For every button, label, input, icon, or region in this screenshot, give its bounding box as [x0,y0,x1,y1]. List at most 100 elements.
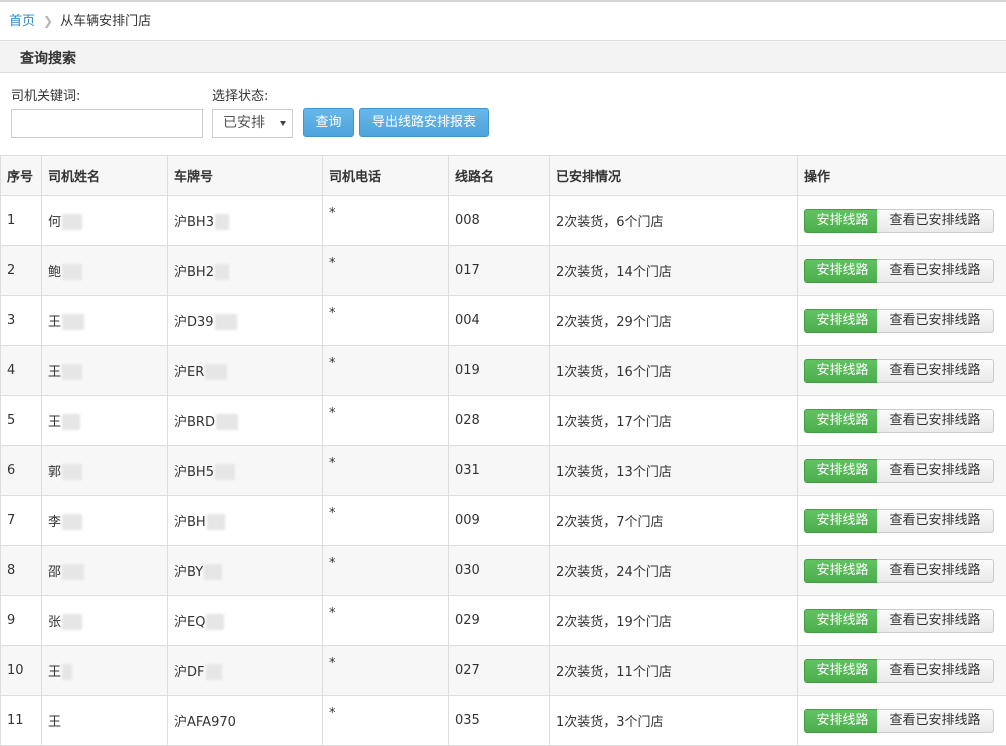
col-header-no: 序号 [1,156,42,196]
cell-plate: 沪BH3 [168,196,323,246]
assign-route-button[interactable]: 安排线路 [804,459,881,483]
cell-no: 3 [1,296,42,346]
redaction-blur [215,464,235,480]
cell-plate: 沪BRD [168,396,323,446]
table-row: 4王沪ER*0191次装货，16个门店安排线路查看已安排线路 [1,346,1006,396]
cell-phone: * [323,296,449,346]
view-arranged-routes-button[interactable]: 查看已安排线路 [877,559,994,583]
search-panel-header: 查询搜索 [0,40,1006,73]
cell-phone: * [323,446,449,496]
table-row: 3王 沪D39 *0042次装货，29个门店安排线路查看已安排线路 [1,296,1006,346]
cell-driver-name: 李 [42,496,168,546]
view-arranged-routes-button[interactable]: 查看已安排线路 [877,509,994,533]
cell-driver-name: 鲍 [42,246,168,296]
cell-actions: 安排线路查看已安排线路 [798,496,1006,546]
driver-table: 序号 司机姓名 车牌号 司机电话 线路名 已安排情况 操作 1何沪BH3*008… [0,155,1006,746]
view-arranged-routes-button[interactable]: 查看已安排线路 [877,209,994,233]
cell-arranged: 1次装货，3个门店 [550,696,798,746]
cell-actions: 安排线路查看已安排线路 [798,246,1006,296]
cell-route: 029 [449,596,550,646]
plate-text: 沪D39 [174,315,214,330]
status-select[interactable]: 已安排 [212,109,293,138]
status-label: 选择状态: [212,85,268,104]
cell-arranged: 1次装货，16个门店 [550,346,798,396]
redaction-blur [205,364,227,380]
cell-no: 5 [1,396,42,446]
table-row: 10王沪DF*0272次装货，11个门店安排线路查看已安排线路 [1,646,1006,696]
cell-phone: * [323,546,449,596]
top-border [0,0,1006,2]
cell-arranged: 1次装货，13个门店 [550,446,798,496]
assign-route-button[interactable]: 安排线路 [804,209,881,233]
cell-actions: 安排线路查看已安排线路 [798,396,1006,446]
assign-route-button[interactable]: 安排线路 [804,509,881,533]
redaction-blur [215,214,229,230]
assign-route-button[interactable]: 安排线路 [804,259,881,283]
cell-no: 8 [1,546,42,596]
assign-route-button[interactable]: 安排线路 [804,559,881,583]
cell-route: 009 [449,496,550,546]
plate-text: 沪BH5 [174,465,214,480]
status-select-value: 已安排 [223,115,265,131]
cell-no: 10 [1,646,42,696]
driver-name-text: 张 [48,615,61,630]
driver-name-text: 王 [48,315,61,330]
view-arranged-routes-button[interactable]: 查看已安排线路 [877,409,994,433]
cell-plate: 沪D39 [168,296,323,346]
export-report-button[interactable]: 导出线路安排报表 [359,108,489,137]
view-arranged-routes-button[interactable]: 查看已安排线路 [877,359,994,383]
redaction-blur [62,614,82,630]
driver-name-text: 王 [48,715,61,730]
cell-route: 004 [449,296,550,346]
query-button[interactable]: 查询 [303,108,354,137]
driver-name-text: 何 [48,215,61,230]
cell-phone: * [323,196,449,246]
plate-text: 沪BH2 [174,265,214,280]
cell-arranged: 2次装货，19个门店 [550,596,798,646]
cell-arranged: 1次装货，17个门店 [550,396,798,446]
cell-arranged: 2次装货，24个门店 [550,546,798,596]
driver-name-text: 邵 [48,565,61,580]
cell-plate: 沪BH5 [168,446,323,496]
table-row: 1何沪BH3*0082次装货，6个门店安排线路查看已安排线路 [1,196,1006,246]
cell-phone: * [323,346,449,396]
view-arranged-routes-button[interactable]: 查看已安排线路 [877,609,994,633]
assign-route-button[interactable]: 安排线路 [804,709,881,733]
cell-arranged: 2次装货，29个门店 [550,296,798,346]
assign-route-button[interactable]: 安排线路 [804,609,881,633]
cell-driver-name: 王 [42,646,168,696]
driver-name-text: 王 [48,365,61,380]
cell-actions: 安排线路查看已安排线路 [798,346,1006,396]
view-arranged-routes-button[interactable]: 查看已安排线路 [877,459,994,483]
col-header-plate: 车牌号 [168,156,323,196]
cell-plate: 沪AFA970 [168,696,323,746]
table-row: 11王沪AFA970*0351次装货，3个门店安排线路查看已安排线路 [1,696,1006,746]
cell-arranged: 2次装货，7个门店 [550,496,798,546]
cell-phone: * [323,596,449,646]
view-arranged-routes-button[interactable]: 查看已安排线路 [877,259,994,283]
table-row: 5王沪BRD*0281次装货，17个门店安排线路查看已安排线路 [1,396,1006,446]
cell-no: 7 [1,496,42,546]
assign-route-button[interactable]: 安排线路 [804,309,881,333]
assign-route-button[interactable]: 安排线路 [804,359,881,383]
view-arranged-routes-button[interactable]: 查看已安排线路 [877,309,994,333]
chevron-right-icon: ❯ [43,14,53,28]
view-arranged-routes-button[interactable]: 查看已安排线路 [877,659,994,683]
plate-text: 沪AFA970 [174,715,236,730]
cell-arranged: 2次装货，6个门店 [550,196,798,246]
cell-arranged: 2次装货，14个门店 [550,246,798,296]
keyword-input[interactable] [11,109,203,138]
cell-no: 9 [1,596,42,646]
breadcrumb: 首页❯从车辆安排门店 [9,12,151,30]
assign-route-button[interactable]: 安排线路 [804,659,881,683]
cell-plate: 沪EQ [168,596,323,646]
assign-route-button[interactable]: 安排线路 [804,409,881,433]
cell-driver-name: 王 [42,296,168,346]
breadcrumb-home-link[interactable]: 首页 [9,14,35,29]
redaction-blur [204,564,222,580]
cell-actions: 安排线路查看已安排线路 [798,296,1006,346]
redaction-blur [62,464,82,480]
cell-route: 035 [449,696,550,746]
col-header-arranged: 已安排情况 [550,156,798,196]
view-arranged-routes-button[interactable]: 查看已安排线路 [877,709,994,733]
